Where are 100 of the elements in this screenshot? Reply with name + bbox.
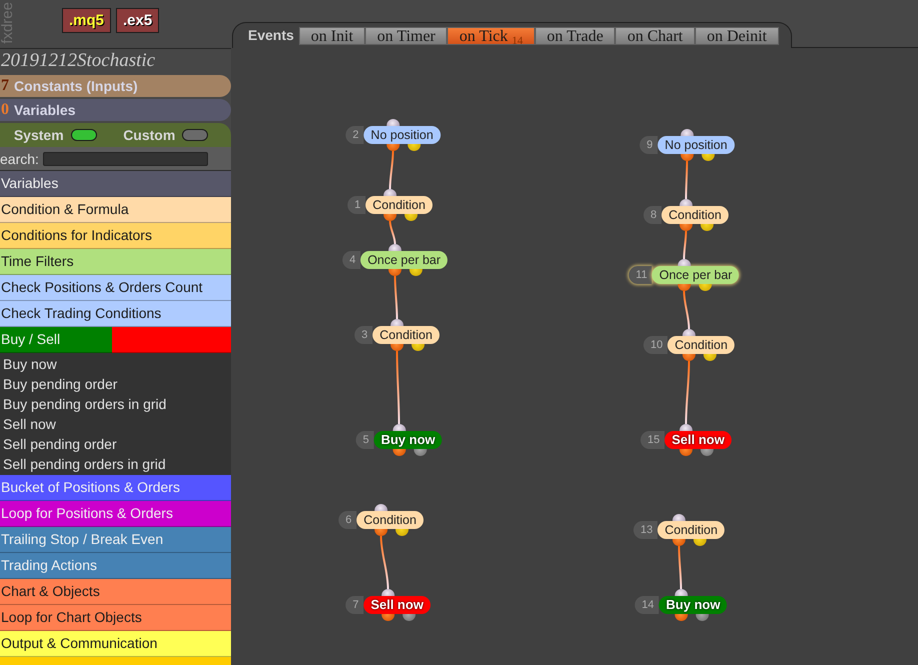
category-item[interactable]: Time Filters: [0, 249, 231, 275]
block-number: 9: [640, 136, 658, 154]
flow-block[interactable]: No position: [658, 136, 734, 154]
category-item[interactable]: Trading Actions: [0, 553, 231, 579]
flow-block[interactable]: No position: [364, 126, 440, 144]
flow-block[interactable]: Sell now: [664, 431, 732, 449]
output-port-icon[interactable]: [696, 614, 708, 621]
output-port-icon[interactable]: [698, 284, 712, 291]
category-item[interactable]: Output & Communication: [0, 631, 231, 657]
tool-item[interactable]: Buy now: [0, 354, 231, 374]
output-port-icon[interactable]: [390, 344, 404, 351]
output-port-icon[interactable]: [404, 214, 418, 221]
flow-block[interactable]: Condition: [668, 336, 735, 354]
input-port-icon[interactable]: [672, 514, 686, 521]
event-tab[interactable]: on Trade: [534, 27, 616, 45]
output-port-icon[interactable]: [682, 354, 696, 361]
event-tab[interactable]: on Timer: [365, 27, 448, 45]
category-item[interactable]: Chart & Objects: [0, 579, 231, 605]
input-port-icon[interactable]: [392, 424, 406, 431]
category-item[interactable]: Check Trading Conditions: [0, 301, 231, 327]
output-port-icon[interactable]: [674, 614, 688, 621]
category-item[interactable]: Condition & Formula: [0, 197, 231, 223]
connection-line: [380, 536, 389, 590]
flow-block[interactable]: Buy now: [659, 596, 728, 614]
block-number: 7: [346, 596, 364, 614]
output-port-icon[interactable]: [694, 539, 706, 546]
output-port-icon[interactable]: [392, 449, 406, 456]
input-port-icon[interactable]: [682, 329, 696, 336]
tool-item[interactable]: Buy pending orders in grid: [0, 394, 231, 414]
tool-item[interactable]: Buy pending order: [0, 374, 231, 394]
flow-block[interactable]: Buy now: [374, 431, 442, 449]
toggle-switch[interactable]: [182, 129, 208, 141]
output-port-icon[interactable]: [700, 224, 714, 231]
block-number: 15: [640, 431, 665, 449]
category-item[interactable]: Variables: [0, 171, 231, 197]
flow-block[interactable]: Once per bar: [652, 266, 740, 284]
output-port-icon[interactable]: [680, 154, 694, 161]
file-format-button[interactable]: .ex5: [116, 8, 160, 33]
toggle-switch[interactable]: [70, 129, 97, 141]
output-port-icon[interactable]: [386, 144, 400, 151]
block-number: 5: [356, 431, 374, 449]
flow-block[interactable]: Condition: [366, 196, 432, 214]
input-port-icon[interactable]: [678, 259, 690, 266]
category-item[interactable]: Loop for Chart Objects: [0, 605, 231, 631]
connection-line: [389, 220, 396, 244]
output-port-icon[interactable]: [384, 214, 396, 221]
input-port-icon[interactable]: [674, 589, 688, 596]
category-item[interactable]: Conditions for Indicators: [0, 223, 231, 249]
flow-block[interactable]: Condition: [662, 206, 728, 224]
input-port-icon[interactable]: [388, 244, 402, 251]
input-port-icon[interactable]: [680, 199, 692, 206]
file-format-button[interactable]: .mq5: [62, 8, 112, 33]
output-port-icon[interactable]: [396, 529, 408, 536]
output-port-icon[interactable]: [410, 269, 422, 276]
event-tab[interactable]: on Init: [298, 27, 366, 45]
section-count: 7: [1, 77, 9, 95]
block-number: 2: [346, 126, 364, 144]
input-port-icon[interactable]: [382, 589, 394, 596]
input-port-icon[interactable]: [374, 504, 388, 511]
output-port-icon[interactable]: [678, 284, 690, 291]
category-item[interactable]: Buy / Sell: [0, 327, 231, 353]
tool-item[interactable]: Sell pending order: [0, 434, 231, 454]
output-port-icon[interactable]: [680, 449, 692, 456]
input-port-icon[interactable]: [680, 129, 694, 136]
event-tab[interactable]: on Tick $_{14}$: [447, 27, 535, 45]
category-item[interactable]: Loop for Positions & Orders: [0, 501, 231, 527]
category-item[interactable]: Trailing Stop / Break Even: [0, 527, 231, 553]
input-port-icon[interactable]: [680, 424, 692, 431]
project-title: 20191212Stochastic: [0, 49, 156, 73]
section-bar[interactable]: 0 Variables: [0, 99, 231, 121]
search-field[interactable]: [42, 152, 208, 166]
category-item[interactable]: Bucket of Positions & Orders: [0, 475, 231, 501]
output-port-icon[interactable]: [412, 344, 424, 351]
flow-block[interactable]: Condition: [356, 511, 424, 529]
output-port-icon[interactable]: [704, 354, 716, 361]
output-port-icon[interactable]: [414, 449, 426, 456]
section-label: Variables: [14, 102, 76, 118]
output-port-icon[interactable]: [672, 539, 686, 546]
flow-block[interactable]: Once per bar: [360, 251, 448, 269]
flow-block[interactable]: Sell now: [364, 596, 430, 614]
event-tab[interactable]: on Deinit: [694, 27, 779, 45]
output-port-icon[interactable]: [382, 614, 394, 621]
input-port-icon[interactable]: [384, 189, 396, 196]
output-port-icon[interactable]: [388, 269, 402, 276]
input-port-icon[interactable]: [390, 319, 404, 326]
output-port-icon[interactable]: [402, 614, 416, 621]
output-port-icon[interactable]: [374, 529, 388, 536]
flow-block[interactable]: Condition: [658, 521, 725, 539]
input-port-icon[interactable]: [386, 119, 400, 126]
event-tab[interactable]: on Chart: [615, 27, 695, 45]
block-number: 11: [628, 266, 652, 284]
connection-line: [685, 161, 688, 199]
output-port-icon[interactable]: [702, 154, 714, 161]
output-port-icon[interactable]: [408, 144, 420, 151]
output-port-icon[interactable]: [700, 449, 714, 456]
tool-item[interactable]: Sell pending orders in grid: [0, 454, 231, 474]
flow-block[interactable]: Condition: [372, 326, 440, 344]
output-port-icon[interactable]: [680, 224, 692, 231]
tool-item[interactable]: Sell now: [0, 414, 231, 434]
category-item[interactable]: Check Positions & Orders Count: [0, 275, 231, 301]
